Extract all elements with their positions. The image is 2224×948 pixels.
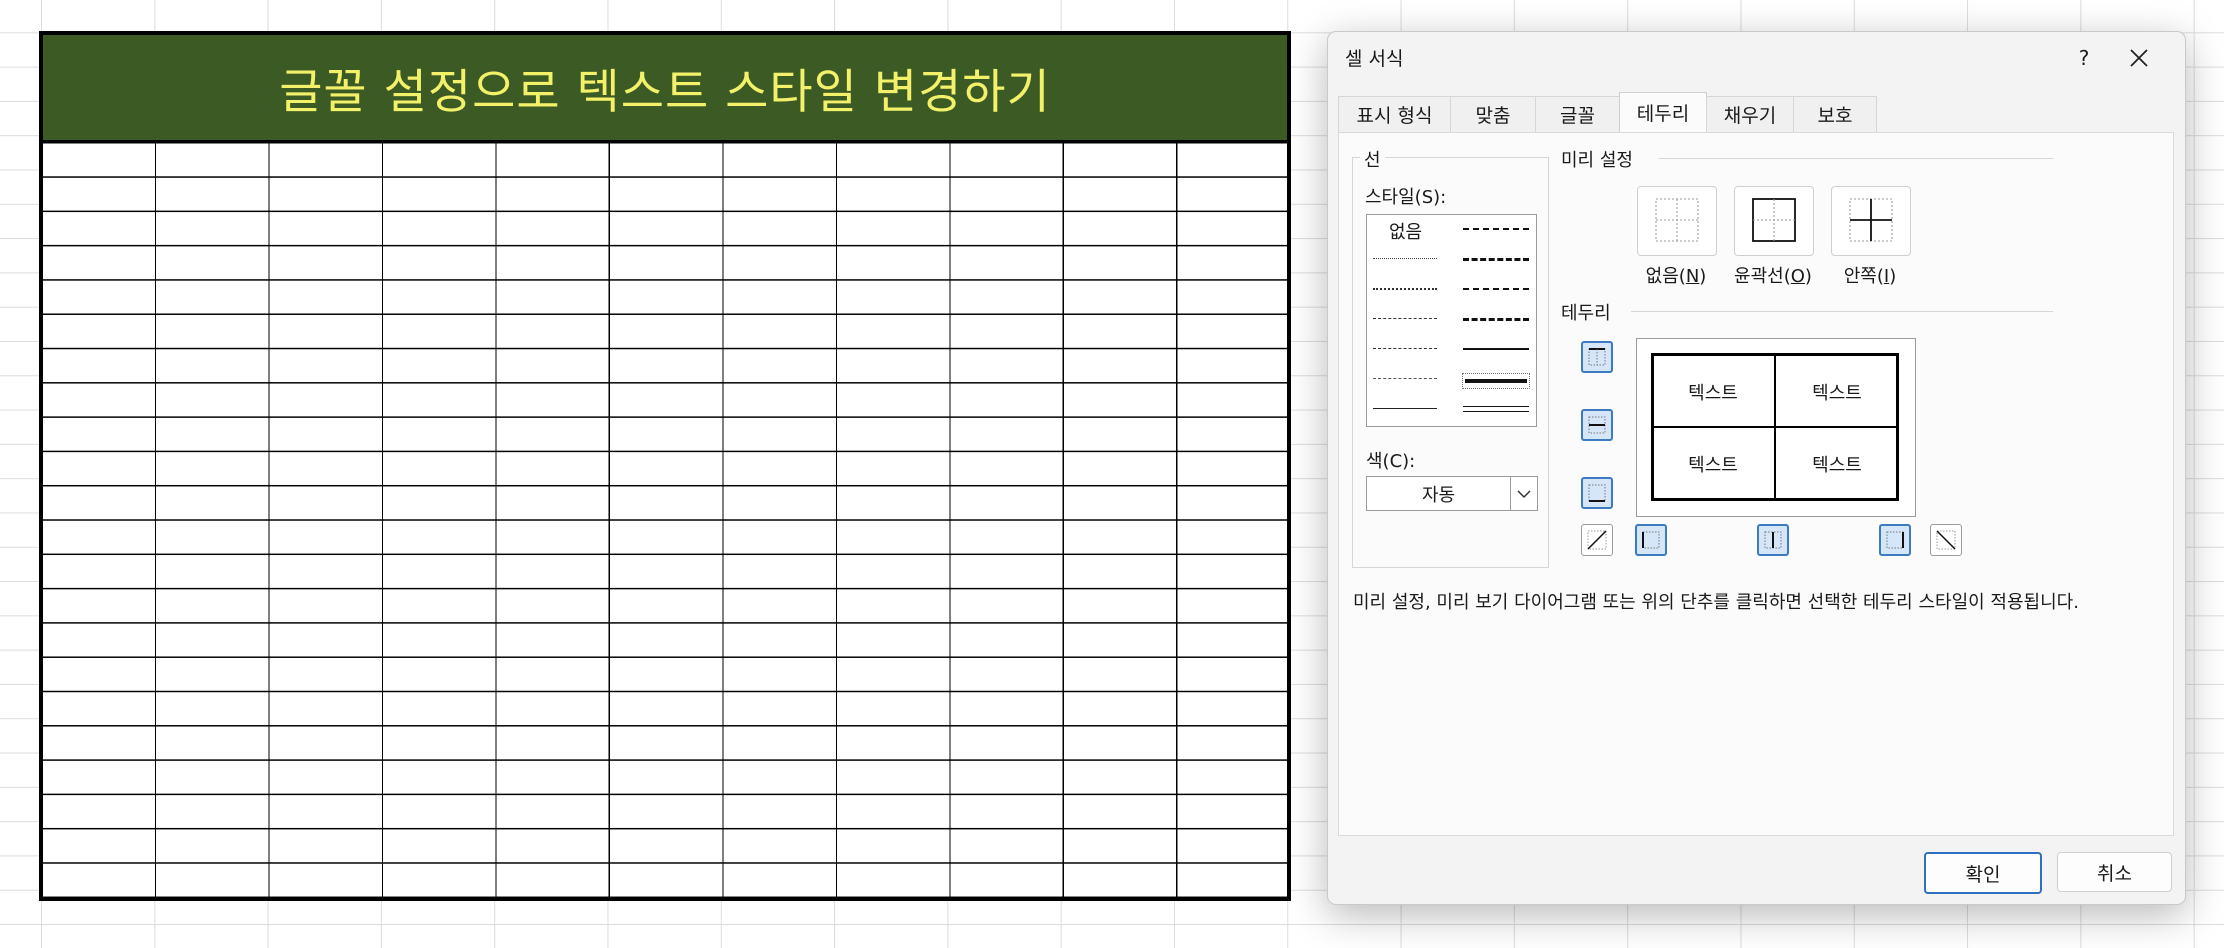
style-label: 스타일(S):	[1365, 187, 1447, 208]
line-style-dotted[interactable]	[1373, 288, 1437, 290]
close-icon	[2130, 49, 2148, 67]
line-style-medium[interactable]	[1463, 348, 1529, 350]
border-left-button[interactable]	[1635, 524, 1667, 556]
border-top-icon	[1588, 348, 1606, 366]
color-label: 색(C):	[1366, 451, 1416, 472]
tab-alignment[interactable]: 맞춤	[1450, 96, 1536, 132]
line-style-thin[interactable]	[1373, 408, 1437, 409]
preview-cell-text: 텍스트	[1812, 383, 1862, 404]
preset-outline-label: 윤곽선(O)	[1734, 266, 1812, 287]
diagonal-up-icon	[1587, 530, 1607, 550]
help-button[interactable]: ?	[2064, 40, 2104, 76]
preview-cell-text: 텍스트	[1688, 455, 1738, 476]
presets-label: 미리 설정	[1557, 146, 1637, 172]
border-left-icon	[1642, 531, 1660, 549]
bordered-table[interactable]: 글꼴 설정으로 텍스트 스타일 변경하기	[39, 31, 1291, 901]
chevron-down-icon[interactable]	[1510, 477, 1537, 510]
border-inside-icon	[1849, 198, 1893, 242]
border-bottom-button[interactable]	[1581, 477, 1613, 509]
title-cell[interactable]: 글꼴 설정으로 텍스트 스타일 변경하기	[43, 35, 1287, 143]
tab-font[interactable]: 글꼴	[1535, 96, 1620, 132]
border-inside-horizontal-icon	[1588, 416, 1606, 434]
line-style-double[interactable]	[1463, 406, 1529, 412]
preset-none-button[interactable]	[1637, 186, 1717, 256]
line-style-medium-dash-dot[interactable]	[1463, 288, 1529, 290]
preset-inside-label: 안쪽(I)	[1843, 266, 1897, 287]
tab-number-format[interactable]: 표시 형식	[1338, 96, 1451, 132]
tab-fill[interactable]: 채우기	[1706, 96, 1794, 132]
border-inside-vertical-icon	[1764, 531, 1782, 549]
preset-none-label: 없음(N)	[1645, 266, 1707, 287]
preview-cell-text: 텍스트	[1812, 455, 1862, 476]
tab-border[interactable]: 테두리	[1619, 92, 1707, 132]
close-button[interactable]	[2118, 40, 2160, 76]
border-inside-horizontal-button[interactable]	[1581, 409, 1613, 441]
title-text: 글꼴 설정으로 텍스트 스타일 변경하기	[279, 65, 1051, 120]
line-color-select[interactable]: 자동	[1366, 476, 1538, 511]
line-style-dash-dot-dot[interactable]	[1373, 318, 1437, 319]
line-style-medium-dash-dot-dot[interactable]	[1463, 228, 1529, 230]
tab-bar: 표시 형식 맞춤 글꼴 테두리 채우기 보호	[1338, 92, 1877, 133]
border-right-button[interactable]	[1879, 524, 1911, 556]
line-style-dashed-thin[interactable]	[1373, 378, 1437, 379]
preview-cell-text: 텍스트	[1688, 383, 1738, 404]
border-bottom-icon	[1588, 484, 1606, 502]
border-preview[interactable]: 텍스트 텍스트 텍스트 텍스트	[1636, 338, 1916, 517]
ok-button[interactable]: 확인	[1924, 852, 2042, 894]
line-group-label: 선	[1360, 146, 1385, 172]
border-top-button[interactable]	[1581, 341, 1613, 373]
line-style-medium-dashed[interactable]	[1463, 318, 1529, 321]
line-style-none[interactable]: 없음	[1389, 218, 1422, 244]
instruction-note: 미리 설정, 미리 보기 다이어그램 또는 위의 단추를 클릭하면 선택한 테두…	[1353, 592, 2079, 613]
border-divider	[1631, 311, 2053, 312]
tab-protection[interactable]: 보호	[1793, 96, 1877, 132]
border-diagonal-down-button[interactable]	[1930, 524, 1962, 556]
line-style-thick-selected[interactable]	[1462, 373, 1530, 389]
border-right-icon	[1886, 531, 1904, 549]
line-style-dash-dot[interactable]	[1373, 348, 1437, 349]
preview-inside-horizontal	[1651, 426, 1899, 428]
line-color-value: 자동	[1421, 484, 1456, 506]
line-style-hair[interactable]	[1373, 258, 1437, 259]
format-cells-dialog: 셀 서식 ? 표시 형식 맞춤 글꼴 테두리 채우기 보호 선 스타일(S): …	[1327, 31, 2186, 905]
presets-divider	[1659, 158, 2053, 159]
preset-inside-button[interactable]	[1831, 186, 1911, 256]
diagonal-down-icon	[1936, 530, 1956, 550]
border-inside-vertical-button[interactable]	[1757, 524, 1789, 556]
line-style-slanted-dash-dot[interactable]	[1463, 258, 1529, 261]
border-none-icon	[1655, 198, 1699, 242]
border-group-label: 테두리	[1557, 299, 1615, 325]
line-style-list[interactable]: 없음	[1366, 214, 1537, 427]
border-tab-panel: 선 스타일(S): 없음 색(C): 자동 미리 설정 없음(N) 윤곽선(O)…	[1338, 132, 2174, 836]
table-cells[interactable]	[43, 143, 1287, 897]
cancel-button[interactable]: 취소	[2057, 852, 2172, 892]
dialog-title: 셀 서식	[1345, 48, 1404, 70]
preset-outline-button[interactable]	[1734, 186, 1814, 256]
border-outline-icon	[1752, 198, 1796, 242]
border-diagonal-up-button[interactable]	[1581, 524, 1613, 556]
